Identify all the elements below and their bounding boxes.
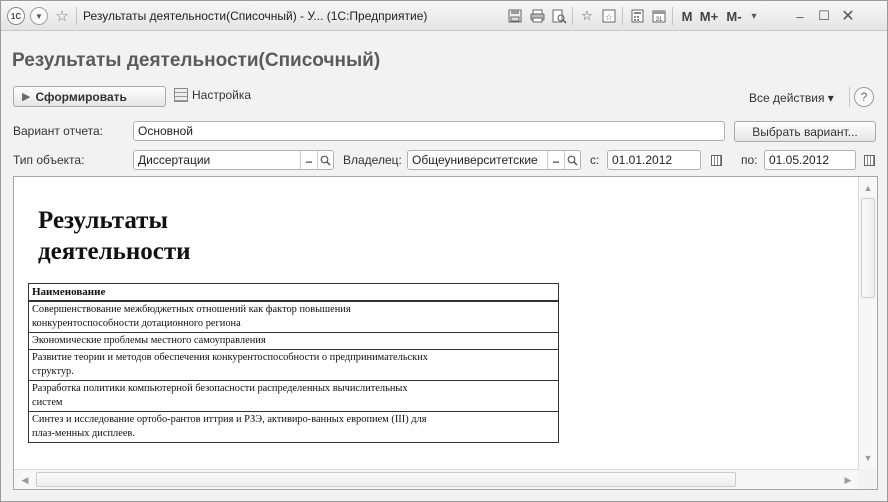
from-label: с: bbox=[590, 153, 600, 167]
memory-plus-button[interactable]: M+ bbox=[697, 6, 721, 26]
vertical-scroll-thumb[interactable] bbox=[861, 198, 875, 298]
more-options-icon[interactable]: ▾ bbox=[747, 6, 761, 26]
owner-field[interactable]: Общеуниверситетские ... bbox=[407, 150, 581, 170]
vertical-scrollbar[interactable]: ▲ ▼ bbox=[858, 177, 877, 469]
form-title: Результаты деятельности(Списочный) bbox=[12, 50, 381, 71]
select-ellipsis-icon[interactable]: ... bbox=[547, 151, 563, 169]
favorites-list-icon[interactable]: ☆ bbox=[600, 6, 618, 26]
minimize-icon[interactable]: – bbox=[789, 6, 811, 26]
choose-variant-label: Выбрать вариант... bbox=[752, 124, 858, 139]
from-date-value: 01.01.2012 bbox=[612, 153, 673, 167]
memory-minus-button[interactable]: M- bbox=[723, 6, 745, 26]
to-calendar-icon[interactable] bbox=[861, 152, 877, 168]
report-table: Наименование Совершенствование межбюджет… bbox=[28, 283, 559, 443]
print-icon[interactable] bbox=[528, 6, 546, 26]
svg-text:☆: ☆ bbox=[605, 12, 613, 22]
table-row[interactable]: Совершенствование межбюджетных отношений… bbox=[28, 300, 559, 333]
settings-icon bbox=[174, 88, 188, 102]
from-calendar-icon[interactable] bbox=[708, 152, 724, 168]
scroll-down-icon[interactable]: ▼ bbox=[859, 449, 877, 467]
print-preview-icon[interactable] bbox=[550, 6, 568, 26]
add-favorite-icon[interactable]: ☆ bbox=[578, 6, 596, 26]
table-row[interactable]: Разработка политики компьютерной безопас… bbox=[28, 380, 559, 412]
from-date-field[interactable]: 01.01.2012 bbox=[607, 150, 701, 170]
to-date-field[interactable]: 01.05.2012 bbox=[764, 150, 856, 170]
scroll-up-icon[interactable]: ▲ bbox=[859, 179, 877, 197]
report-title-line1: Результаты bbox=[38, 207, 168, 234]
menu-dropdown-icon[interactable]: ▼ bbox=[30, 7, 48, 25]
save-icon[interactable] bbox=[506, 6, 524, 26]
report-area[interactable]: Результаты деятельности Наименование Сов… bbox=[13, 176, 878, 490]
report-title: Результаты деятельности bbox=[38, 205, 191, 267]
svg-text:31: 31 bbox=[656, 17, 663, 23]
generate-label: Сформировать bbox=[35, 89, 127, 104]
variant-value: Основной bbox=[138, 124, 194, 138]
maximize-icon[interactable]: ☐ bbox=[813, 6, 835, 26]
choose-variant-button[interactable]: Выбрать вариант... bbox=[734, 121, 876, 142]
table-row[interactable]: Синтез и исследование ортобо-рантов иттр… bbox=[28, 411, 559, 443]
to-date-value: 01.05.2012 bbox=[769, 153, 830, 167]
to-label: по: bbox=[741, 153, 758, 167]
report-title-line2: деятельности bbox=[38, 238, 191, 265]
horizontal-scrollbar[interactable]: ◀ ▶ bbox=[14, 469, 859, 489]
all-actions-menu[interactable]: Все действия ▾ bbox=[749, 91, 834, 105]
object-type-field[interactable]: Диссертации ... bbox=[133, 150, 334, 170]
window-title: Результаты деятельности(Списочный) - У..… bbox=[83, 9, 428, 23]
search-icon[interactable] bbox=[317, 151, 333, 169]
generate-button[interactable]: ▶ Сформировать bbox=[13, 86, 166, 107]
settings-button[interactable]: Настройка bbox=[174, 88, 251, 102]
object-type-value: Диссертации bbox=[138, 153, 211, 167]
close-icon[interactable]: ✕ bbox=[837, 6, 859, 26]
calculator-icon[interactable] bbox=[628, 6, 646, 26]
calendar-icon[interactable]: 31 bbox=[650, 6, 668, 26]
memory-m-button[interactable]: M bbox=[679, 6, 695, 26]
help-icon[interactable]: ? bbox=[854, 87, 874, 107]
owner-label: Владелец: bbox=[343, 153, 402, 167]
scroll-left-icon[interactable]: ◀ bbox=[16, 471, 34, 489]
select-ellipsis-icon[interactable]: ... bbox=[300, 151, 316, 169]
1c-logo-icon[interactable]: 1С bbox=[7, 7, 25, 25]
table-row[interactable]: Развитие теории и методов обеспечения ко… bbox=[28, 349, 559, 381]
search-icon[interactable] bbox=[564, 151, 580, 169]
variant-field[interactable]: Основной bbox=[133, 121, 725, 141]
column-header-name[interactable]: Наименование bbox=[28, 283, 559, 302]
settings-label: Настройка bbox=[192, 88, 252, 102]
object-type-label: Тип объекта: bbox=[13, 153, 85, 167]
table-row[interactable]: Экономические проблемы местного самоупра… bbox=[28, 332, 559, 350]
title-bar: 1С ▼ ☆ Результаты деятельности(Списочный… bbox=[1, 1, 887, 31]
app-window: 1С ▼ ☆ Результаты деятельности(Списочный… bbox=[0, 0, 888, 502]
scroll-right-icon[interactable]: ▶ bbox=[839, 471, 857, 489]
owner-value: Общеуниверситетские bbox=[412, 153, 538, 167]
horizontal-scroll-thumb[interactable] bbox=[36, 472, 736, 487]
variant-label: Вариант отчета: bbox=[13, 124, 103, 138]
favorite-star-icon[interactable]: ☆ bbox=[53, 7, 71, 25]
play-icon: ▶ bbox=[22, 91, 31, 103]
